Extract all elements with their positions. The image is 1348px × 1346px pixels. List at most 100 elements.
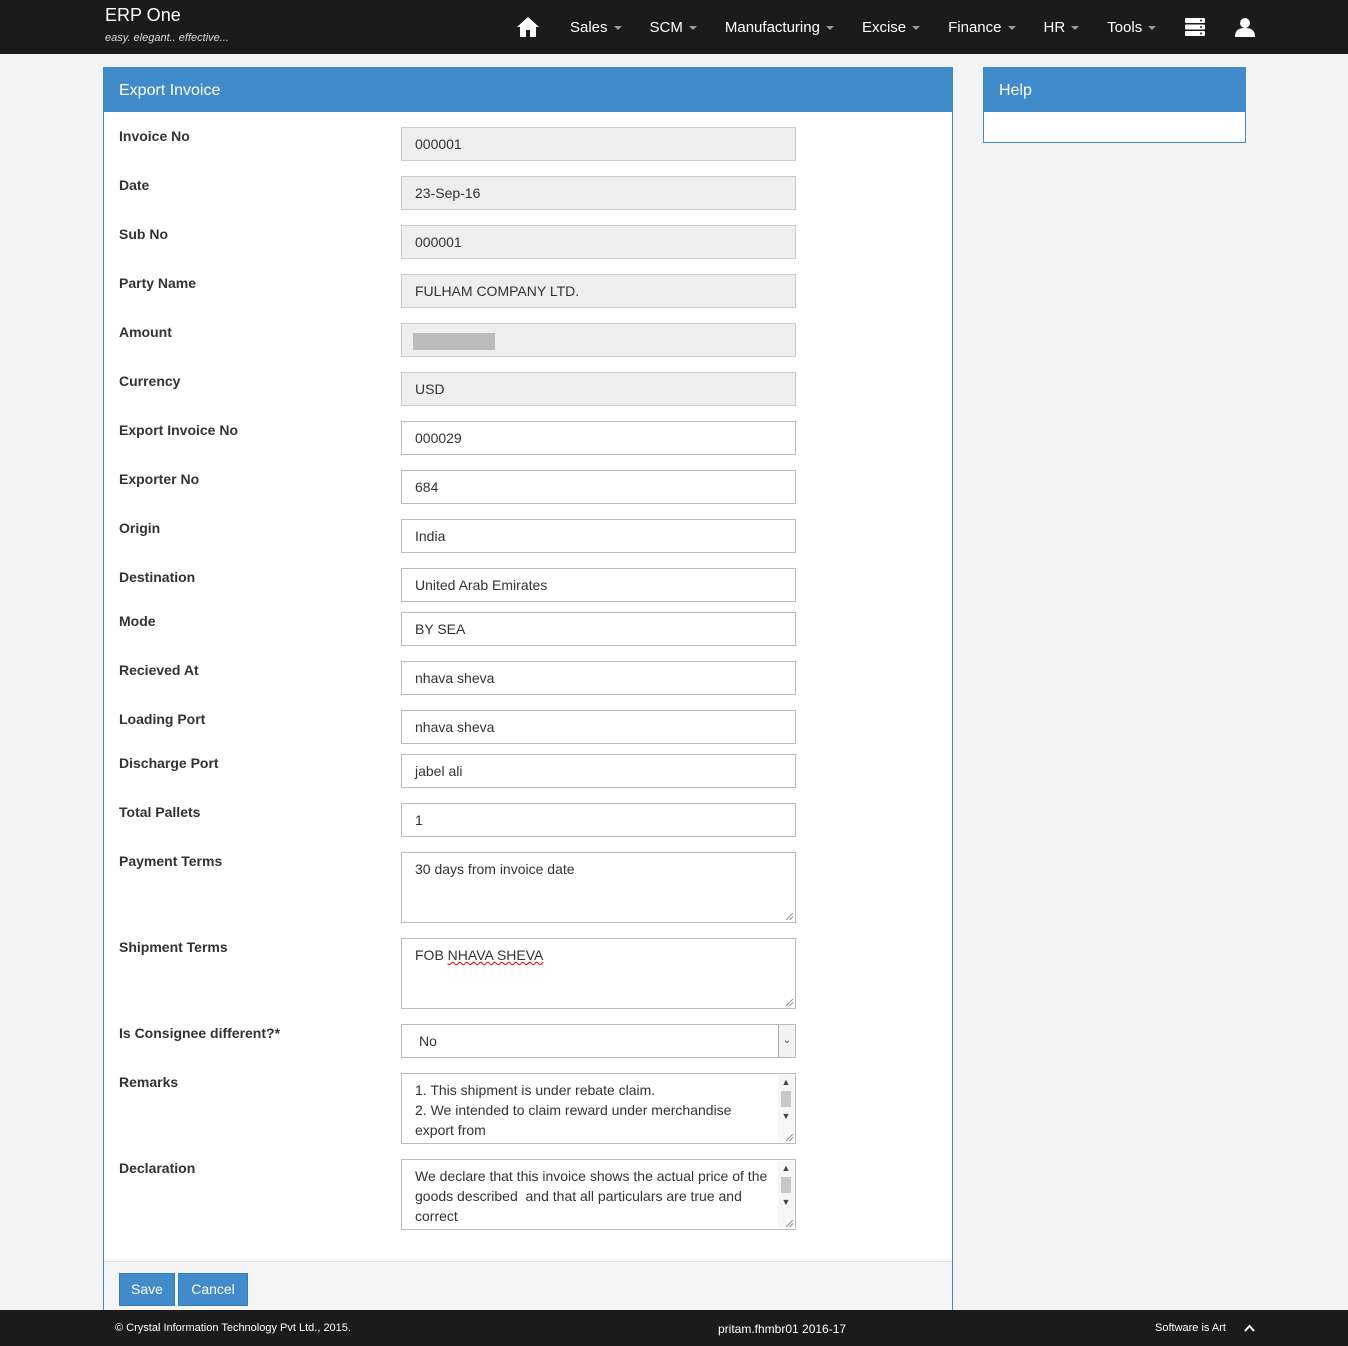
- nav-scm-label: SCM: [649, 18, 683, 36]
- field-label: Origin: [119, 520, 161, 536]
- field-label: Discharge Port: [119, 755, 219, 771]
- caret-down-icon: [1007, 26, 1016, 30]
- consignee-selected-value: No: [419, 1033, 437, 1049]
- resize-handle-icon[interactable]: [786, 1134, 793, 1141]
- nav-sales-label: Sales: [570, 18, 608, 36]
- spellcheck-flagged-text: NHAVA SHEVA: [447, 947, 544, 963]
- field-label: Declaration: [119, 1160, 196, 1176]
- declaration-text: We declare that this invoice shows the a…: [415, 1168, 772, 1224]
- nav-excise-label: Excise: [861, 18, 907, 36]
- caret-down-icon: [1071, 26, 1080, 30]
- scroll-up-icon[interactable]: ▲: [778, 1075, 794, 1089]
- session-info: pritam.fhmbr01 2016-17: [718, 1322, 847, 1336]
- exporter-no-input[interactable]: 684: [401, 470, 796, 504]
- caret-down-icon: [825, 26, 834, 30]
- shipment-terms-textarea[interactable]: FOB NHAVA SHEVA: [401, 938, 796, 1009]
- field-label: Party Name: [119, 275, 197, 291]
- top-navbar: ERP One easy. elegant.. effective... Sal…: [0, 0, 1348, 54]
- database-icon: [1185, 18, 1206, 36]
- total-pallets-input[interactable]: 1: [401, 803, 796, 837]
- nav-manufacturing-label: Manufacturing: [724, 18, 820, 36]
- brand[interactable]: ERP One easy. elegant.. effective...: [105, 5, 229, 44]
- scroll-thumb[interactable]: [781, 1091, 791, 1107]
- scroll-down-icon[interactable]: ▼: [778, 1109, 794, 1123]
- brand-tagline: easy. elegant.. effective...: [105, 32, 229, 44]
- caret-down-icon: [1148, 26, 1157, 30]
- amount-field[interactable]: [401, 323, 796, 357]
- copyright-text: © Crystal Information Technology Pvt Ltd…: [115, 1322, 351, 1334]
- declaration-scrollbar[interactable]: ▲ ▼: [778, 1161, 794, 1228]
- field-label: Total Pallets: [119, 804, 201, 820]
- resize-handle-icon[interactable]: [786, 913, 793, 920]
- declaration-textarea[interactable]: We declare that this invoice shows the a…: [401, 1159, 796, 1230]
- currency-field[interactable]: USD: [401, 372, 796, 406]
- destination-input[interactable]: United Arab Emirates: [401, 568, 796, 602]
- nav-scm[interactable]: SCM: [636, 0, 711, 54]
- redacted-value: [413, 333, 495, 350]
- save-button[interactable]: Save: [119, 1273, 175, 1306]
- export-invoice-panel: Export Invoice Invoice No 000001 Date 23…: [103, 67, 953, 1318]
- field-label: Payment Terms: [119, 853, 223, 869]
- field-label: Invoice No: [119, 128, 190, 144]
- field-label: Shipment Terms: [119, 939, 228, 955]
- nav-tools[interactable]: Tools: [1093, 0, 1170, 54]
- nav-finance[interactable]: Finance: [934, 0, 1029, 54]
- scroll-thumb[interactable]: [781, 1177, 791, 1193]
- caret-down-icon: [613, 26, 622, 30]
- home-button[interactable]: [500, 0, 556, 54]
- field-label: Export Invoice No: [119, 422, 239, 438]
- resize-handle-icon[interactable]: [786, 999, 793, 1006]
- caret-down-icon: [912, 26, 921, 30]
- field-label: Exporter No: [119, 471, 200, 487]
- nav-hr[interactable]: HR: [1030, 0, 1094, 54]
- field-label: Date: [119, 177, 150, 193]
- discharge-port-input[interactable]: jabel ali: [401, 754, 796, 788]
- field-label: Loading Port: [119, 711, 206, 727]
- loading-port-input[interactable]: nhava sheva: [401, 710, 796, 744]
- scroll-up-icon[interactable]: ▲: [778, 1161, 794, 1175]
- nav-sales[interactable]: Sales: [556, 0, 636, 54]
- user-icon: [1235, 18, 1256, 37]
- brand-title: ERP One: [105, 5, 181, 25]
- main-nav: Sales SCM Manufacturing Excise Finance H…: [500, 0, 1270, 54]
- resize-handle-icon[interactable]: [786, 1220, 793, 1227]
- chevron-down-icon[interactable]: ⌄: [778, 1025, 795, 1057]
- nav-excise[interactable]: Excise: [848, 0, 934, 54]
- remarks-textarea[interactable]: 1. This shipment is under rebate claim. …: [401, 1073, 796, 1144]
- payment-terms-text: 30 days from invoice date: [415, 861, 575, 877]
- home-icon: [517, 17, 539, 37]
- nav-finance-label: Finance: [948, 18, 1002, 36]
- invoice-no-field[interactable]: 000001: [401, 127, 796, 161]
- consignee-different-select[interactable]: No ⌄: [401, 1024, 796, 1058]
- field-label: Remarks: [119, 1074, 179, 1090]
- remarks-scrollbar[interactable]: ▲ ▼: [778, 1075, 794, 1142]
- date-field[interactable]: 23-Sep-16: [401, 176, 796, 210]
- mode-input[interactable]: BY SEA: [401, 612, 796, 646]
- user-menu-button[interactable]: [1220, 0, 1270, 54]
- scroll-down-icon[interactable]: ▼: [778, 1195, 794, 1209]
- received-at-input[interactable]: nhava sheva: [401, 661, 796, 695]
- help-panel: Help: [983, 67, 1246, 143]
- field-label: Is Consignee different?*: [119, 1025, 281, 1041]
- field-label: Currency: [119, 373, 181, 389]
- field-label: Mode: [119, 613, 156, 629]
- nav-hr-label: HR: [1043, 18, 1066, 36]
- origin-input[interactable]: India: [401, 519, 796, 553]
- caret-down-icon: [688, 26, 697, 30]
- scroll-to-top-icon[interactable]: [1244, 1324, 1255, 1332]
- payment-terms-textarea[interactable]: 30 days from invoice date: [401, 852, 796, 923]
- field-label: Amount: [119, 324, 172, 340]
- party-name-field[interactable]: FULHAM COMPANY LTD.: [401, 274, 796, 308]
- nav-manufacturing[interactable]: Manufacturing: [711, 0, 848, 54]
- shipment-terms-prefix: FOB: [415, 947, 448, 963]
- page-footer: © Crystal Information Technology Pvt Ltd…: [0, 1310, 1348, 1346]
- remarks-text: 1. This shipment is under rebate claim. …: [415, 1082, 732, 1138]
- field-label: Sub No: [119, 226, 168, 242]
- field-label: Recieved At: [119, 662, 199, 678]
- cancel-button[interactable]: Cancel: [178, 1273, 248, 1306]
- database-button[interactable]: [1170, 0, 1220, 54]
- sub-no-field[interactable]: 000001: [401, 225, 796, 259]
- panel-title: Export Invoice: [104, 68, 952, 112]
- field-label: Destination: [119, 569, 196, 585]
- export-invoice-no-input[interactable]: 000029: [401, 421, 796, 455]
